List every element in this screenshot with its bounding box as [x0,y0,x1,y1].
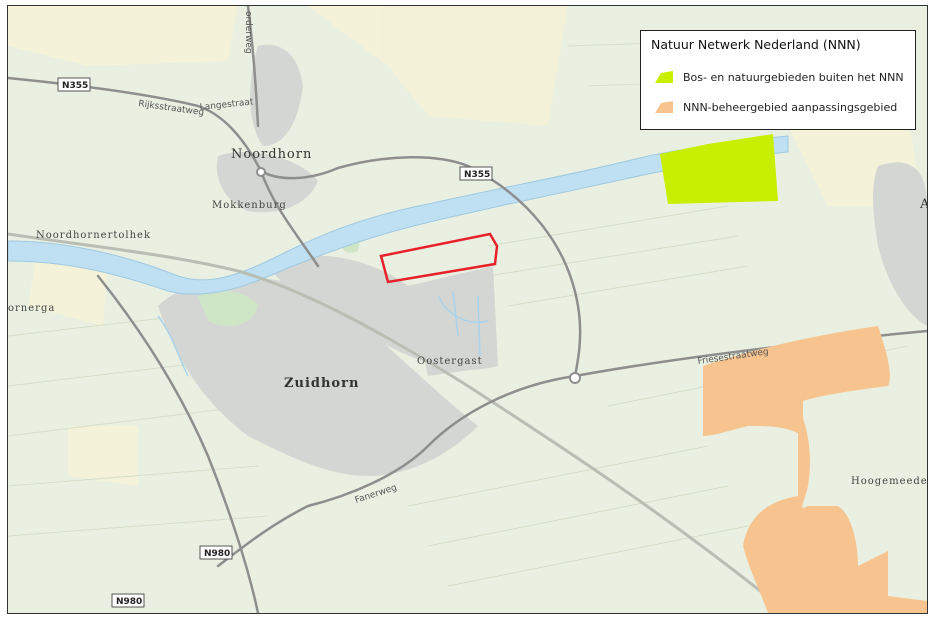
place-label-ornerga: ornerga [8,303,55,314]
shield-n355-west: N355 [57,77,91,92]
legend-label-nnn: NNN-beheergebied aanpassingsgebied [683,100,898,114]
roundabout-east [569,372,581,384]
road-label-noorderweg: orderweg [243,11,253,54]
place-label-noordhorn: Noordhorn [231,147,312,162]
place-label-noordhornertolhek: Noordhornertolhek [36,230,151,241]
svg-text:N980: N980 [204,549,230,559]
place-label-hoogemeede: Hoogemeede [851,476,927,487]
place-label-oostergast: Oostergast [417,356,483,367]
svg-text:N355: N355 [464,170,490,180]
roundabout-noordhorn [256,167,266,177]
map-view[interactable]: Rijksstraatweg Langestraat Fanerweg Frie… [7,5,928,614]
place-label-edge: A [919,197,927,212]
shield-n355-east: N355 [459,166,493,181]
svg-text:N980: N980 [116,597,142,607]
shield-n980-south: N980 [111,593,145,608]
place-label-zuidhorn: Zuidhorn [284,376,359,391]
legend-panel: Natuur Netwerk Nederland (NNN) Bos- en n… [640,30,916,130]
legend-swatch-nnn [655,101,673,113]
svg-text:N355: N355 [62,81,88,91]
legend-item-nature: Bos- en natuurgebieden buiten het NNN [653,67,904,87]
place-label-mokkenburg: Mokkenburg [212,200,287,211]
legend-swatch-nature [655,71,673,83]
legend-label-nature: Bos- en natuurgebieden buiten het NNN [683,70,904,84]
shield-n980-mid: N980 [199,545,233,560]
legend-title: Natuur Netwerk Nederland (NNN) [651,37,861,52]
legend-item-nnn: NNN-beheergebied aanpassingsgebied [653,97,897,117]
